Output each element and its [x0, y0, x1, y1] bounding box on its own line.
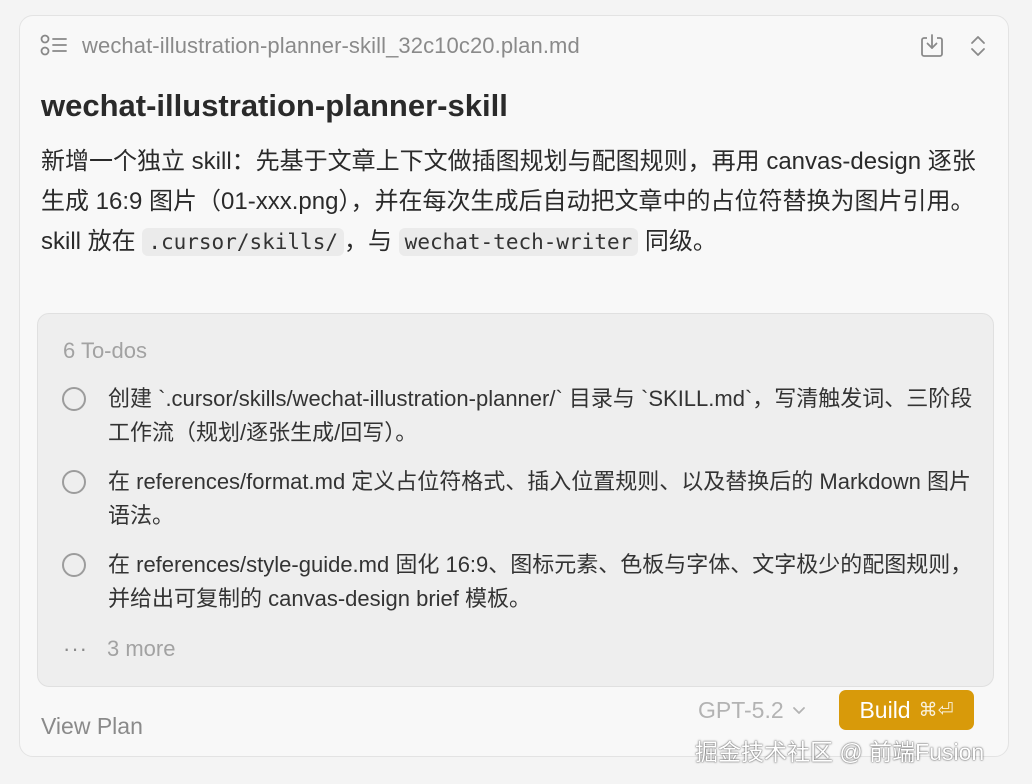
more-todos-label: 3 more	[107, 636, 176, 661]
model-label: GPT-5.2	[698, 697, 784, 723]
todo-checkbox[interactable]	[62, 387, 86, 411]
plan-header: wechat-illustration-planner-skill_32c10c…	[40, 32, 992, 60]
chevron-down-icon	[792, 706, 805, 714]
todo-checkbox[interactable]	[62, 553, 86, 577]
todo-item: 在 references/format.md 定义占位符格式、插入位置规则、以及…	[62, 465, 982, 533]
view-plan-link[interactable]: View Plan	[41, 713, 143, 740]
todo-text: 在 references/style-guide.md 固化 16:9、图标元素…	[108, 552, 973, 611]
more-todos-link[interactable]: ··· 3 more	[63, 636, 175, 662]
build-label: Build	[859, 696, 911, 723]
todo-item: 创建 `.cursor/skills/wechat-illustration-p…	[62, 382, 982, 450]
plan-card: wechat-illustration-planner-skill_32c10c…	[19, 15, 1009, 757]
todo-text: 在 references/format.md 定义占位符格式、插入位置规则、以及…	[108, 469, 972, 528]
build-button[interactable]: Build ⌘⏎	[839, 690, 974, 730]
plan-list-icon	[40, 33, 68, 59]
skills-path-code: .cursor/skills/	[142, 228, 344, 256]
plan-title: wechat-illustration-planner-skill	[41, 88, 508, 123]
ellipsis-icon: ···	[63, 636, 88, 661]
todo-item: 在 references/style-guide.md 固化 16:9、图标元素…	[62, 548, 982, 616]
watermark: 掘金技术社区 @ 前端Fusion	[695, 739, 985, 765]
plan-file-name[interactable]: wechat-illustration-planner-skill_32c10c…	[82, 33, 580, 59]
header-actions	[918, 32, 992, 60]
expand-collapse-icon[interactable]	[964, 32, 992, 60]
description-text: 同级。	[638, 228, 717, 255]
build-shortcut: ⌘⏎	[918, 699, 954, 721]
description-text: ，与	[344, 228, 399, 255]
download-icon[interactable]	[918, 32, 946, 60]
todos-panel: 6 To-dos 创建 `.cursor/skills/wechat-illus…	[37, 313, 994, 687]
plan-description: 新增一个独立 skill：先基于文章上下文做插图规划与配图规则，再用 canva…	[41, 142, 981, 262]
todo-checkbox[interactable]	[62, 470, 86, 494]
todo-text: 创建 `.cursor/skills/wechat-illustration-p…	[108, 386, 973, 445]
model-selector[interactable]: GPT-5.2	[698, 697, 806, 724]
todos-count: 6 To-dos	[63, 338, 147, 363]
tech-writer-code: wechat-tech-writer	[398, 228, 639, 256]
